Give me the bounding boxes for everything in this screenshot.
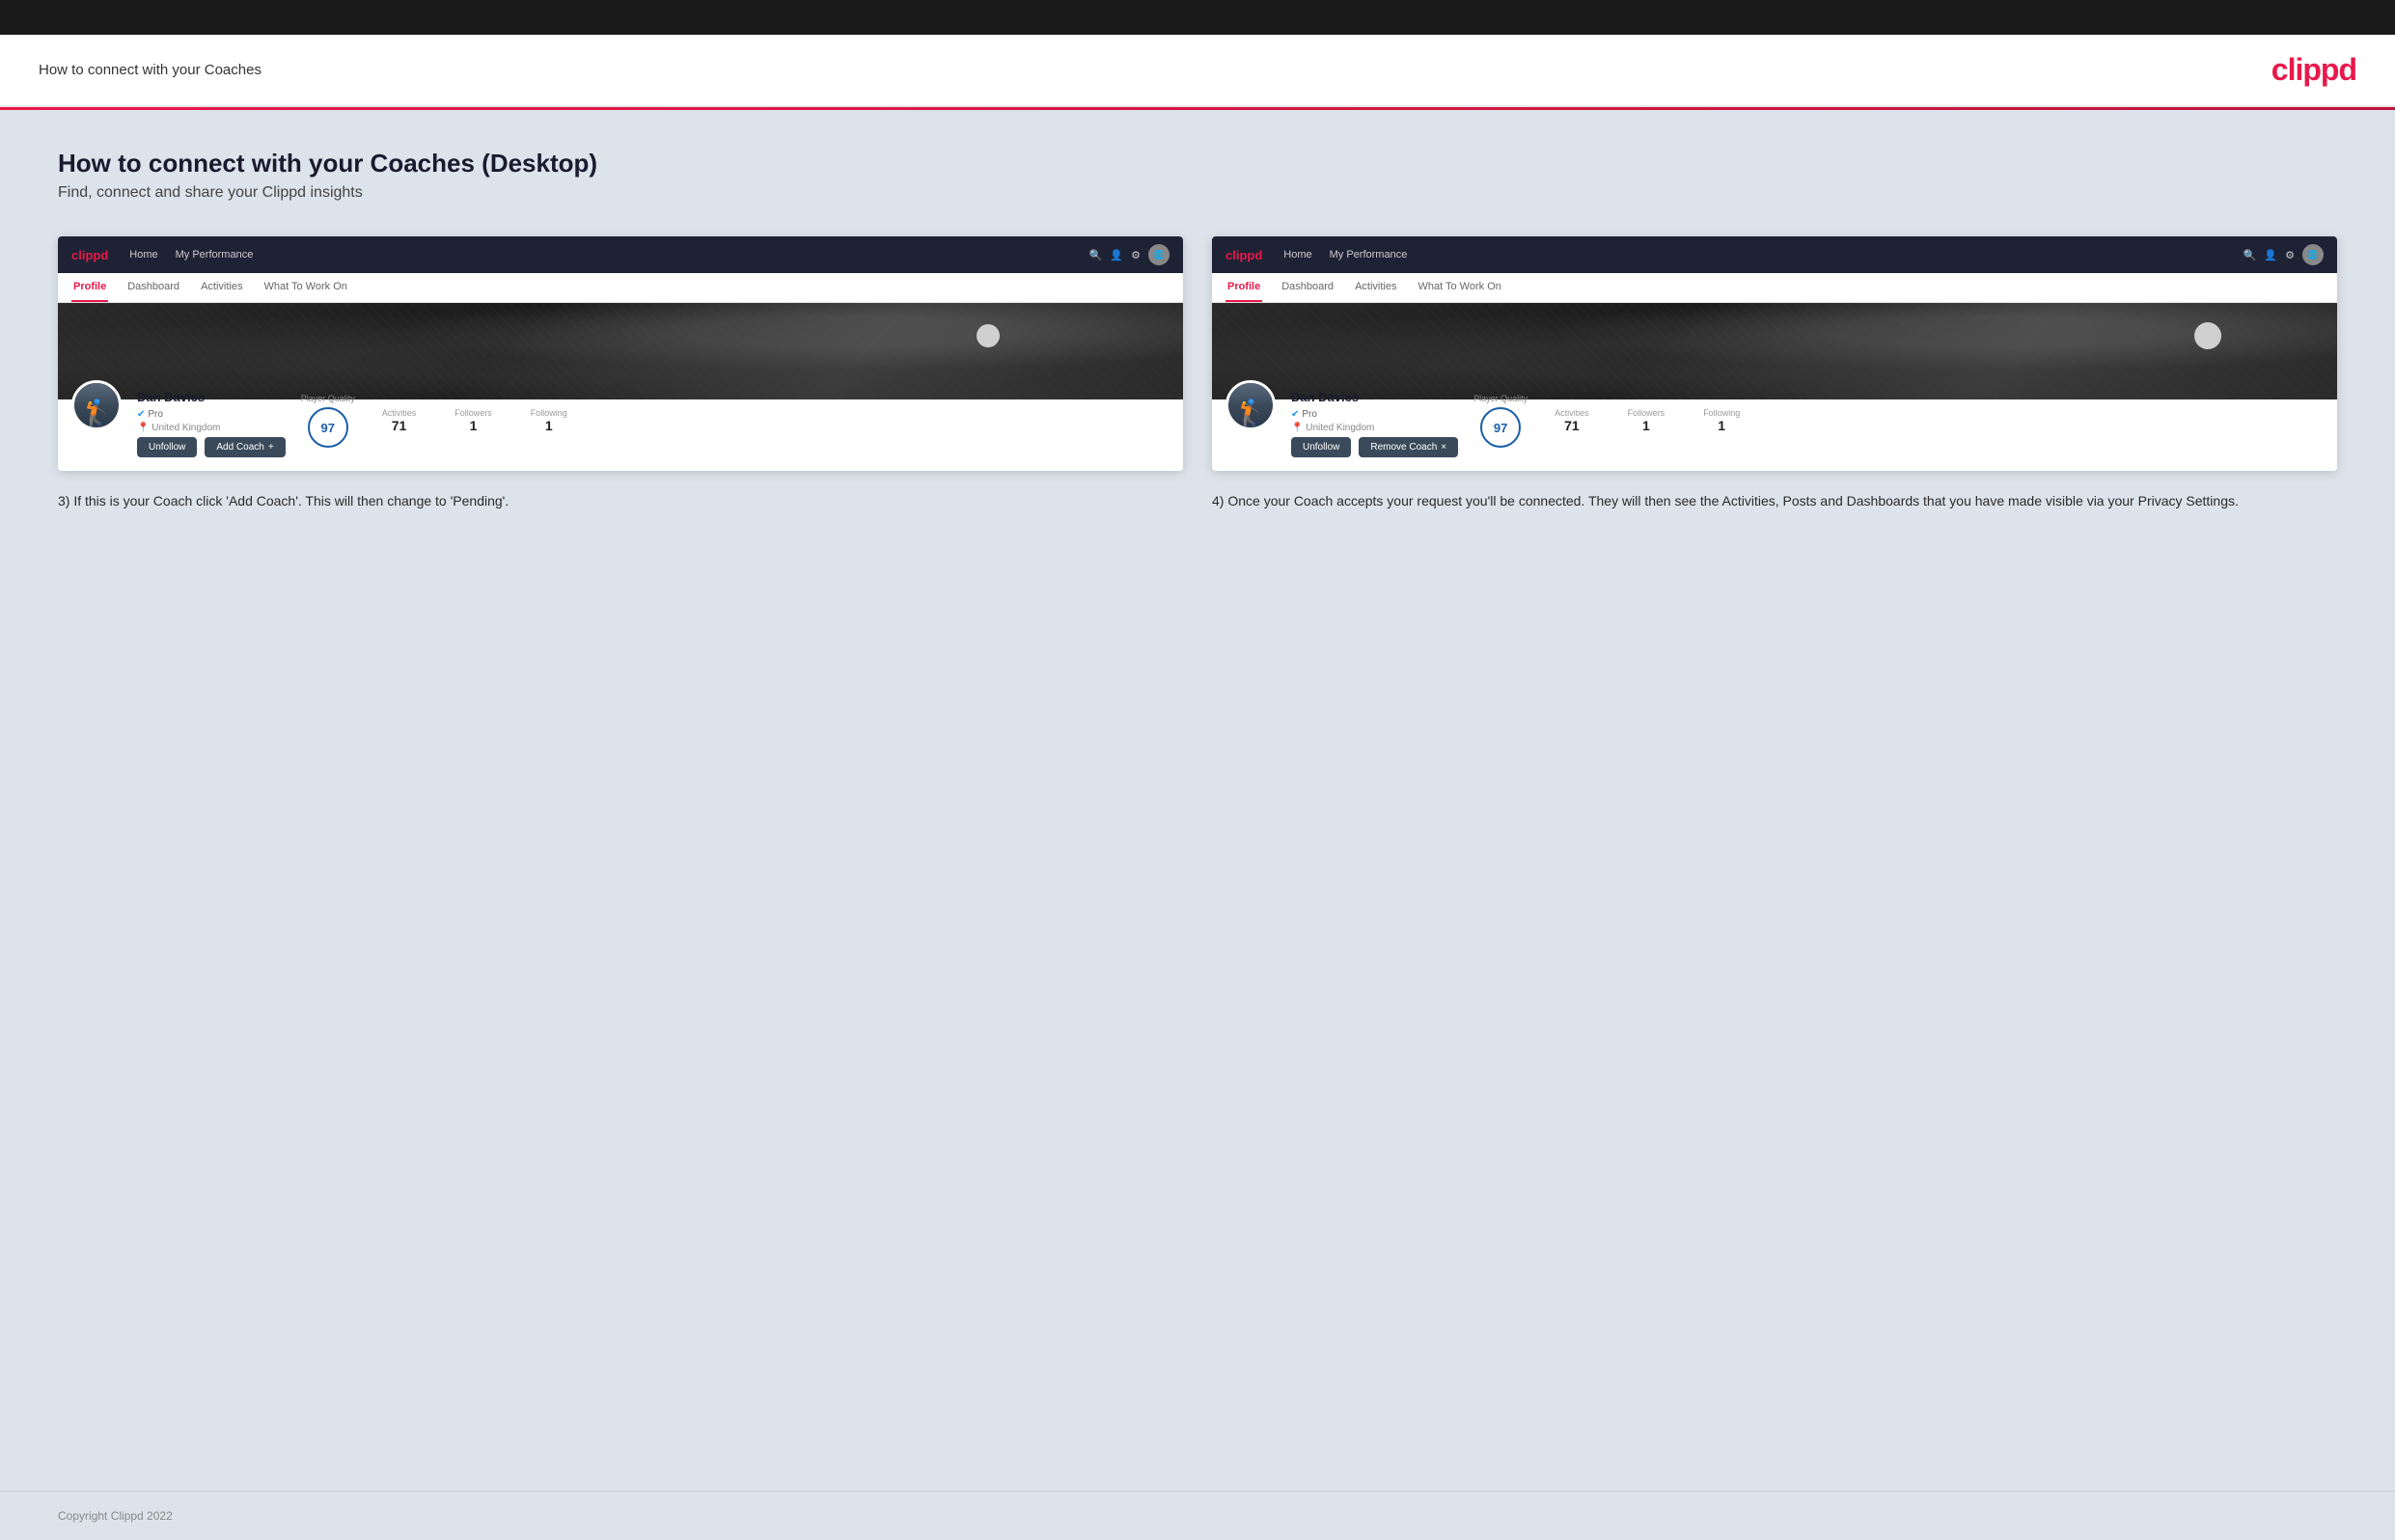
tab-dashboard-right[interactable]: Dashboard — [1280, 273, 1335, 302]
mini-nav-right: clippd Home My Performance 🔍 👤 ⚙ 🌐 — [1212, 236, 2337, 273]
footer-text: Copyright Clippd 2022 — [58, 1509, 173, 1523]
tab-profile-left[interactable]: Profile — [71, 273, 108, 302]
moon-left — [977, 324, 1000, 347]
main-content: How to connect with your Coaches (Deskto… — [0, 110, 2395, 1491]
mini-profile-section-left: 🏌 Dan Davies ✔ Pro — [58, 399, 1183, 471]
tab-whattoworkon-left[interactable]: What To Work On — [262, 273, 348, 302]
footer: Copyright Clippd 2022 — [0, 1491, 2395, 1540]
search-icon-right[interactable]: 🔍 — [2244, 249, 2257, 261]
location-pin-left: 📍 — [137, 423, 149, 433]
mini-profile-row-right: 🏌 Dan Davies ✔ Pro — [1225, 399, 2324, 457]
mini-logo-left: clippd — [71, 248, 108, 262]
check-icon-right: ✔ — [1291, 409, 1299, 420]
player-quality-left: Player Quality 97 — [301, 394, 355, 448]
tab-whattoworkon-right[interactable]: What To Work On — [1416, 273, 1502, 302]
screenshot-frame-right: clippd Home My Performance 🔍 👤 ⚙ 🌐 Profi… — [1212, 236, 2337, 471]
following-stat-left: Following 1 — [519, 408, 579, 433]
avatar-left: 🏌 — [71, 380, 122, 430]
following-stat-right: Following 1 — [1692, 408, 1751, 433]
avatar-figure-left: 🏌 — [80, 400, 114, 427]
pq-circle-right: 97 — [1480, 407, 1521, 448]
followers-stat-left: Followers 1 — [443, 408, 504, 433]
profile-badge-right: ✔ Pro — [1291, 409, 1317, 420]
mini-nav-home-right[interactable]: Home — [1283, 249, 1311, 261]
mini-nav-left: clippd Home My Performance 🔍 👤 ⚙ 🌐 — [58, 236, 1183, 273]
user-icon-right[interactable]: 👤 — [2264, 249, 2277, 261]
followers-stat-right: Followers 1 — [1616, 408, 1677, 433]
profile-location-right: 📍 United Kingdom — [1291, 423, 1458, 433]
mini-buttons-left: Unfollow Add Coach + — [137, 437, 286, 457]
profile-location-left: 📍 United Kingdom — [137, 423, 286, 433]
caption-right: 4) Once your Coach accepts your request … — [1212, 490, 2337, 511]
mini-profile-section-right: 🏌 Dan Davies ✔ Pro — [1212, 399, 2337, 471]
header-title: How to connect with your Coaches — [39, 62, 262, 78]
mini-tabs-left: Profile Dashboard Activities What To Wor… — [58, 273, 1183, 303]
pq-circle-left: 97 — [308, 407, 348, 448]
unfollow-button-right[interactable]: Unfollow — [1291, 437, 1351, 457]
banner-overlay-left — [58, 303, 1183, 399]
globe-icon[interactable]: 🌐 — [1148, 244, 1170, 265]
mini-nav-performance-right[interactable]: My Performance — [1330, 249, 1408, 261]
avatar-figure-right: 🏌 — [1234, 400, 1268, 427]
settings-icon-right[interactable]: ⚙ — [2285, 249, 2295, 261]
page-title: How to connect with your Coaches (Deskto… — [58, 149, 2337, 179]
activities-stat-right: Activities 71 — [1543, 408, 1601, 433]
caption-left: 3) If this is your Coach click 'Add Coac… — [58, 490, 1183, 511]
profile-name-left: Dan Davies — [137, 390, 286, 404]
mini-profile-row-left: 🏌 Dan Davies ✔ Pro — [71, 399, 1170, 457]
avatar-right: 🏌 — [1225, 380, 1276, 430]
tab-activities-left[interactable]: Activities — [199, 273, 244, 302]
screenshot-frame-left: clippd Home My Performance 🔍 👤 ⚙ 🌐 Profi… — [58, 236, 1183, 471]
avatar-inner-left: 🏌 — [74, 383, 119, 427]
mini-banner-right — [1212, 303, 2337, 399]
screenshot-block-left: clippd Home My Performance 🔍 👤 ⚙ 🌐 Profi… — [58, 236, 1183, 511]
screenshot-block-right: clippd Home My Performance 🔍 👤 ⚙ 🌐 Profi… — [1212, 236, 2337, 511]
settings-icon[interactable]: ⚙ — [1131, 249, 1141, 261]
top-bar — [0, 0, 2395, 35]
profile-name-right: Dan Davies — [1291, 390, 1458, 404]
avatar-inner-right: 🏌 — [1228, 383, 1273, 427]
activities-stat-left: Activities 71 — [371, 408, 428, 433]
location-pin-right: 📍 — [1291, 423, 1303, 433]
player-quality-right: Player Quality 97 — [1473, 394, 1528, 448]
globe-icon-right[interactable]: 🌐 — [2302, 244, 2324, 265]
mini-banner-left — [58, 303, 1183, 399]
add-coach-button[interactable]: Add Coach + — [205, 437, 285, 457]
unfollow-button-left[interactable]: Unfollow — [137, 437, 197, 457]
tab-activities-right[interactable]: Activities — [1353, 273, 1398, 302]
mini-nav-home-left[interactable]: Home — [129, 249, 157, 261]
profile-badge-left: ✔ Pro — [137, 409, 163, 420]
tab-dashboard-left[interactable]: Dashboard — [125, 273, 181, 302]
search-icon[interactable]: 🔍 — [1089, 249, 1103, 261]
header: How to connect with your Coaches clippd — [0, 35, 2395, 107]
mini-logo-right: clippd — [1225, 248, 1262, 262]
moon-right — [2194, 322, 2221, 349]
mini-nav-performance-left[interactable]: My Performance — [176, 249, 254, 261]
mini-tabs-right: Profile Dashboard Activities What To Wor… — [1212, 273, 2337, 303]
mini-buttons-right: Unfollow Remove Coach × — [1291, 437, 1458, 457]
user-icon[interactable]: 👤 — [1110, 249, 1123, 261]
screenshots-row: clippd Home My Performance 🔍 👤 ⚙ 🌐 Profi… — [58, 236, 2337, 511]
mini-nav-icons-right: 🔍 👤 ⚙ 🌐 — [2244, 244, 2324, 265]
banner-overlay-right — [1212, 303, 2337, 399]
tab-profile-right[interactable]: Profile — [1225, 273, 1262, 302]
page-subtitle: Find, connect and share your Clippd insi… — [58, 184, 2337, 202]
clippd-logo: clippd — [2271, 52, 2356, 88]
mini-nav-icons-left: 🔍 👤 ⚙ 🌐 — [1089, 244, 1170, 265]
check-icon-left: ✔ — [137, 409, 145, 420]
remove-coach-button[interactable]: Remove Coach × — [1359, 437, 1458, 457]
